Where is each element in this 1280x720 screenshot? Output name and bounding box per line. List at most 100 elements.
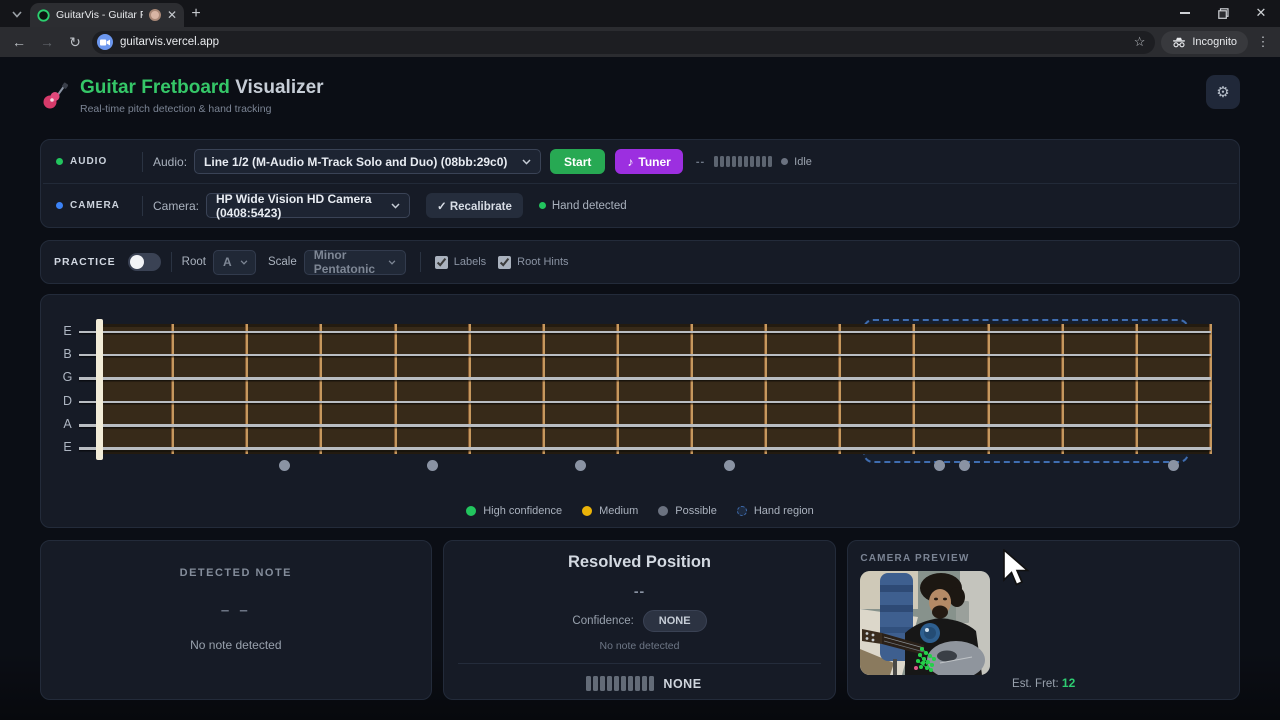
tab-search-button[interactable] — [4, 2, 30, 26]
meter-bar — [738, 156, 742, 167]
root-value: A — [223, 255, 232, 269]
tab-strip: GuitarVis - Guitar Fretboard ✕ + ✕ — [0, 0, 1280, 27]
minimize-button[interactable] — [1166, 0, 1204, 26]
meter-bar — [732, 156, 736, 167]
title-rest: Visualizer — [235, 77, 323, 98]
divider — [458, 663, 822, 664]
legend-dot — [658, 506, 668, 516]
root-hints-checkbox[interactable] — [498, 256, 511, 269]
detected-note-card: DETECTED NOTE – – No note detected — [40, 540, 432, 700]
detected-note-message: No note detected — [41, 638, 431, 652]
browser-menu-icon[interactable]: ⋮ — [1254, 34, 1272, 50]
mouse-cursor — [1002, 549, 1030, 589]
meter-bar — [750, 156, 754, 167]
legend-item: High confidence — [466, 505, 562, 517]
meter-bar — [586, 676, 591, 691]
fret-wire — [319, 324, 322, 454]
fret-wire — [838, 324, 841, 454]
legend-label: High confidence — [483, 505, 562, 517]
gear-icon: ⚙ — [1216, 83, 1229, 101]
root-label: Root — [182, 256, 206, 268]
reload-button[interactable]: ↻ — [64, 31, 86, 53]
forward-button[interactable]: → — [36, 31, 58, 53]
fretboard[interactable] — [99, 324, 1211, 454]
divider — [420, 252, 421, 272]
url-text[interactable]: guitarvis.vercel.app — [120, 36, 1127, 48]
meter-bar — [642, 676, 647, 691]
meter-bar — [756, 156, 760, 167]
back-button[interactable]: ← — [8, 31, 30, 53]
meter-value-text: NONE — [663, 677, 701, 691]
audio-section-label: AUDIO — [70, 156, 107, 167]
labels-option: Labels — [435, 256, 486, 269]
camera-in-use-icon[interactable] — [97, 34, 113, 50]
io-panel: AUDIO Audio: Line 1/2 (M-Audio M-Track S… — [40, 139, 1240, 228]
audio-status: Idle — [781, 156, 812, 168]
guitar-string-g2 — [79, 377, 1211, 380]
camera-preview-feed — [860, 571, 990, 675]
settings-button[interactable]: ⚙ — [1206, 75, 1240, 109]
legend-item: Hand region — [737, 505, 814, 517]
audio-row: AUDIO Audio: Line 1/2 (M-Audio M-Track S… — [41, 140, 1239, 183]
audio-device-select[interactable]: Line 1/2 (M-Audio M-Track Solo and Duo) … — [194, 149, 541, 174]
browser-toolbar: ← → ↻ guitarvis.vercel.app ☆ Incognito ⋮ — [0, 27, 1280, 57]
meter-bar — [720, 156, 724, 167]
resolved-position-card: Resolved Position -- Confidence: NONE No… — [443, 540, 837, 700]
labels-checkbox-label: Labels — [454, 256, 486, 268]
legend-dot — [737, 506, 747, 516]
camera-status-dot — [56, 202, 63, 209]
fret-wire — [171, 324, 174, 454]
camera-device-select[interactable]: HP Wide Vision HD Camera (0408:5423) — [206, 193, 410, 218]
title-block: Guitar Fretboard Visualizer Real-time pi… — [80, 77, 324, 115]
legend-item: Possible — [658, 505, 717, 517]
fret-marker-dot — [575, 460, 586, 471]
confidence-label: Confidence: — [572, 615, 633, 627]
guitar-string-e5 — [79, 447, 1211, 450]
chevron-down-icon — [12, 11, 22, 18]
bookmark-star-icon[interactable]: ☆ — [1134, 34, 1146, 50]
audio-status-dot — [56, 158, 63, 165]
string-label: E — [60, 440, 75, 454]
recalibrate-button[interactable]: ✓ Recalibrate — [426, 193, 523, 218]
audio-section-tag: AUDIO — [56, 156, 132, 167]
camera-section-tag: CAMERA — [56, 200, 132, 211]
maximize-button[interactable] — [1204, 0, 1242, 26]
fret-wire — [394, 324, 397, 454]
tab-close-icon[interactable]: ✕ — [167, 9, 177, 21]
fret-marker-dot — [934, 460, 945, 471]
guitar-string-e0 — [79, 331, 1211, 333]
legend-dot — [582, 506, 592, 516]
fret-marker-dot — [1168, 460, 1179, 471]
practice-toggle[interactable] — [128, 253, 161, 271]
camera-field-label: Camera: — [153, 199, 199, 213]
string-label: E — [60, 324, 75, 338]
resolved-position-title: Resolved Position — [444, 553, 836, 572]
practice-label: PRACTICE — [54, 256, 116, 268]
legend: High confidenceMediumPossibleHand region — [41, 505, 1239, 517]
meter-bar — [744, 156, 748, 167]
string-label: D — [60, 394, 75, 408]
string-label: G — [60, 370, 75, 384]
new-tab-button[interactable]: + — [184, 2, 208, 26]
meter-bar — [714, 156, 718, 167]
fret-wire — [1061, 324, 1064, 454]
chevron-down-icon — [388, 260, 396, 265]
string-label: B — [60, 347, 75, 361]
root-select[interactable]: A — [213, 250, 256, 275]
fret-wire — [542, 324, 545, 454]
address-bar[interactable]: guitarvis.vercel.app ☆ — [92, 31, 1155, 54]
meter-bar — [628, 676, 633, 691]
browser-tab[interactable]: GuitarVis - Guitar Fretboard ✕ — [30, 3, 184, 27]
start-button[interactable]: Start — [550, 149, 605, 174]
fret-wire — [690, 324, 693, 454]
confidence-row: Confidence: NONE — [444, 610, 836, 632]
close-button[interactable]: ✕ — [1242, 0, 1280, 26]
guitar-string-a4 — [79, 424, 1211, 427]
scale-select[interactable]: Minor Pentatonic — [304, 250, 406, 275]
labels-checkbox[interactable] — [435, 256, 448, 269]
tuner-button[interactable]: ♪ Tuner — [615, 149, 682, 174]
fret-marker-dot — [724, 460, 735, 471]
string-label: A — [60, 417, 75, 431]
fret-marker-dot — [427, 460, 438, 471]
fret-wire — [245, 324, 248, 454]
